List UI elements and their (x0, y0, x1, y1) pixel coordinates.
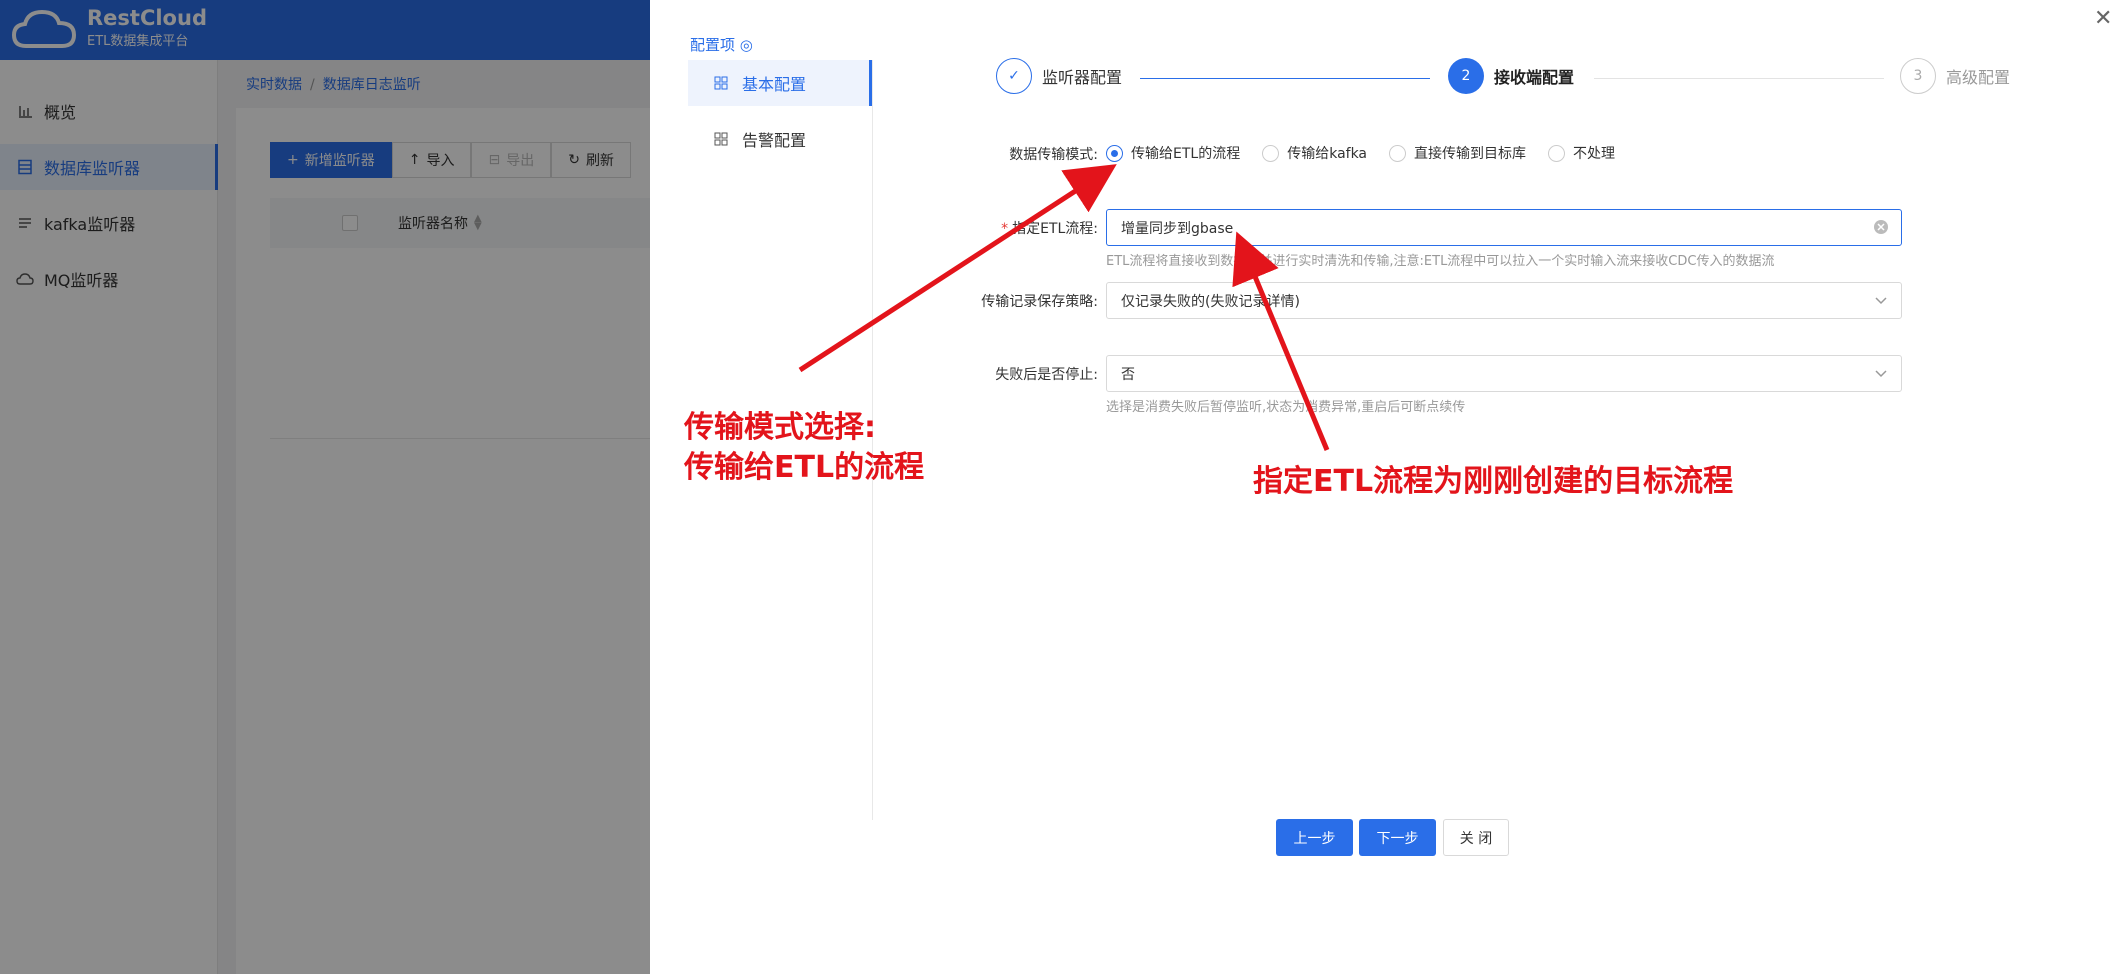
annotation-flow-target: 指定ETL流程为刚刚创建的目标流程 (1253, 464, 1734, 499)
annotation-mode-choice: 传输模式选择: 传输给ETL的流程 (684, 408, 924, 488)
annotation-arrows (798, 164, 1330, 451)
annotation-line: 传输给ETL的流程 (684, 450, 925, 485)
arrow-to-flow-select (1232, 231, 1330, 451)
arrow-to-mode-radio (798, 164, 1117, 373)
annotation-line: 传输模式选择: (684, 410, 876, 445)
